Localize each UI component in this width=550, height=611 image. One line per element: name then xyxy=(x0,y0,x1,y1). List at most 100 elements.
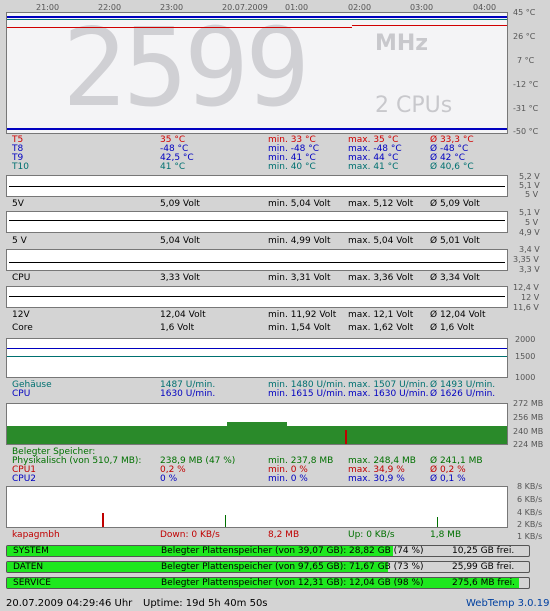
volt-axis-label: 3,4 V xyxy=(519,245,540,254)
reading-min: min. 1615 U/min. xyxy=(268,389,346,399)
temp-axis-label: 45 °C xyxy=(513,8,536,17)
temp-series-t9 xyxy=(7,16,507,18)
net-axis-label: 6 KB/s xyxy=(517,495,543,504)
voltage-chart-5v xyxy=(6,175,508,197)
reading-value: 41 °C xyxy=(160,162,186,172)
reading-name: 5 V xyxy=(12,236,27,246)
voltage-trace xyxy=(9,186,505,187)
reading-avg: Ø 0,1 % xyxy=(430,474,466,484)
disk-name: DATEN xyxy=(13,562,44,572)
disk-used: 12,04 GB (98 %) xyxy=(349,578,424,588)
reading-value: 5,04 Volt xyxy=(160,236,200,246)
disk-label: Belegter Plattenspeicher (von 12,31 GB): xyxy=(161,578,347,588)
voltage-chart-12v xyxy=(6,286,508,308)
reading-max: max. 41 °C xyxy=(348,162,399,172)
voltage-trace xyxy=(9,220,505,221)
disk-free: 25,99 GB frei. xyxy=(452,562,515,572)
fan-axis-label: 1000 xyxy=(515,373,536,382)
reading-avg: Ø 40,6 °C xyxy=(430,162,474,172)
reading-avg: Ø 5,01 Volt xyxy=(430,236,480,246)
reading-min: min. 11,92 Volt xyxy=(268,310,337,320)
voltage-chart-5v-b xyxy=(6,211,508,233)
reading-value: 12,04 Volt xyxy=(160,310,206,320)
reading-max: max. 5,04 Volt xyxy=(348,236,414,246)
volt-axis-label: 3,3 V xyxy=(519,265,540,274)
reading-min: min. 4,99 Volt xyxy=(268,236,331,246)
volt-axis-label: 5 V xyxy=(525,190,539,199)
reading-avg: Ø 12,04 Volt xyxy=(430,310,486,320)
disk-free: 275,6 MB frei. xyxy=(452,578,515,588)
voltage-trace xyxy=(9,296,505,297)
volt-axis-label: 12 V xyxy=(521,293,540,302)
volt-axis-label: 4,9 V xyxy=(519,228,540,237)
reading-max: max. 12,1 Volt xyxy=(348,310,414,320)
fan-series-case xyxy=(7,356,507,357)
reading-avg: Ø 3,34 Volt xyxy=(430,273,480,283)
reading-name: CPU xyxy=(12,273,31,283)
reading-min: min. 1,54 Volt xyxy=(268,323,331,333)
volt-axis-label: 11,6 V xyxy=(513,303,539,312)
reading-min: min. 5,04 Volt xyxy=(268,199,331,209)
disk-label: Belegter Plattenspeicher (von 97,65 GB): xyxy=(161,562,347,572)
reading-avg: Ø 1,6 Volt xyxy=(430,323,475,333)
footer-version[interactable]: WebTemp 3.0.19 xyxy=(466,598,549,609)
reading-name: CPU xyxy=(12,389,31,399)
reading-name: Core xyxy=(12,323,33,333)
volt-axis-label: 5,1 V xyxy=(519,208,540,217)
time-label: 03:00 xyxy=(410,3,434,12)
temp-series-t8 xyxy=(7,128,507,130)
disk-label: Belegter Plattenspeicher (von 39,07 GB): xyxy=(161,546,347,556)
footer-datetime: 20.07.2009 04:29:46 Uhr xyxy=(6,598,133,609)
memory-chart xyxy=(6,403,508,445)
temp-axis-label: -12 °C xyxy=(513,80,539,89)
temp-series-t5 xyxy=(7,27,352,28)
temp-series-t10 xyxy=(7,19,507,20)
time-label: 21:00 xyxy=(36,3,60,12)
net-axis-label: 4 KB/s xyxy=(517,508,543,517)
memory-area xyxy=(7,426,507,444)
disk-bar-daten: DATEN Belegter Plattenspeicher (von 97,6… xyxy=(6,561,530,573)
reading-value: 0 % xyxy=(160,474,178,484)
voltage-trace xyxy=(9,262,505,263)
reading-min: min. 3,31 Volt xyxy=(268,273,331,283)
net-axis-label: 2 KB/s xyxy=(517,520,543,529)
reading-min: min. 40 °C xyxy=(268,162,316,172)
temp-axis-label: 7 °C xyxy=(517,56,535,65)
voltage-chart-cpu xyxy=(6,249,508,271)
reading-max: max. 30,9 % xyxy=(348,474,405,484)
reading-avg: Ø 5,09 Volt xyxy=(430,199,480,209)
fan-axis-label: 2000 xyxy=(515,335,536,344)
disk-name: SYSTEM xyxy=(13,546,49,556)
reading-max: max. 5,12 Volt xyxy=(348,199,414,209)
upload-spike xyxy=(225,515,226,527)
time-label: 02:00 xyxy=(348,3,372,12)
mem-axis-label: 224 MB xyxy=(513,440,544,449)
network-up: Up: 0 KB/s xyxy=(348,530,395,540)
disk-bar-system: SYSTEM Belegter Plattenspeicher (von 39,… xyxy=(6,545,530,557)
reading-value: 3,33 Volt xyxy=(160,273,200,283)
reading-name: 12V xyxy=(12,310,30,320)
reading-name: CPU2 xyxy=(12,474,37,484)
net-axis-label: 1 KB/s xyxy=(517,532,543,541)
time-label: 04:00 xyxy=(473,3,497,12)
temp-axis-label: 26 °C xyxy=(513,32,536,41)
reading-avg: Ø 1626 U/min. xyxy=(430,389,496,399)
net-axis-label: 8 KB/s xyxy=(517,482,543,491)
volt-axis-label: 12,4 V xyxy=(513,283,539,292)
volt-axis-label: 5,1 V xyxy=(519,181,540,190)
temp-axis-label: -31 °C xyxy=(513,104,539,113)
fan-chart xyxy=(6,338,508,378)
fan-series-cpu xyxy=(7,348,507,349)
reading-max: max. 1630 U/min. xyxy=(348,389,429,399)
reading-value: 1,6 Volt xyxy=(160,323,195,333)
cpu-frequency-unit: MHz xyxy=(375,31,429,56)
network-chart xyxy=(6,486,508,528)
network-up-total: 1,8 MB xyxy=(430,530,462,540)
memory-peak xyxy=(227,422,287,426)
upload-spike xyxy=(437,517,438,527)
mem-axis-label: 272 MB xyxy=(513,399,544,408)
reading-value: 1630 U/min. xyxy=(160,389,216,399)
footer-uptime: Uptime: 19d 5h 40m 50s xyxy=(143,598,268,609)
disk-free: 10,25 GB frei. xyxy=(452,546,515,556)
reading-name: T10 xyxy=(12,162,29,172)
